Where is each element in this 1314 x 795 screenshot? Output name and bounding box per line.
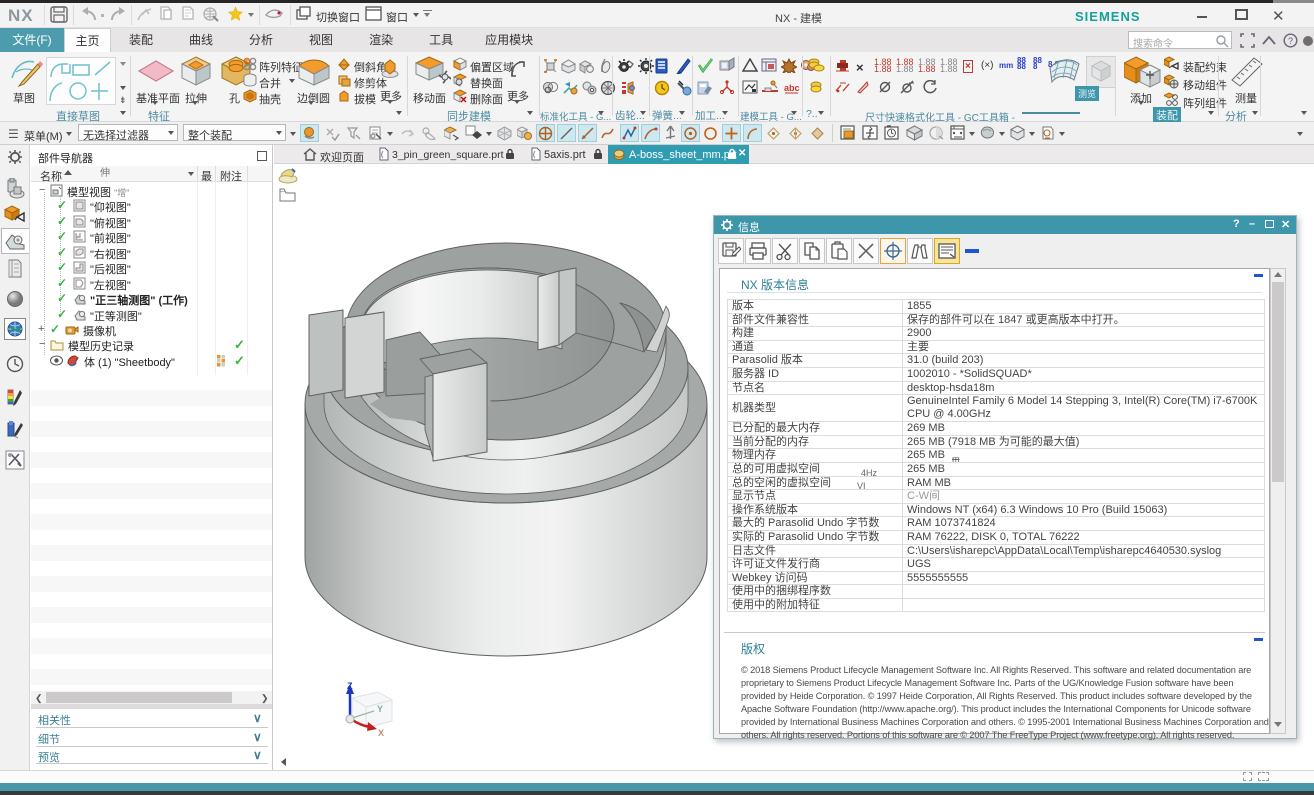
svg-text:Y: Y [377, 704, 383, 714]
svg-text:Z: Z [347, 681, 353, 691]
svg-text:X: X [378, 728, 384, 738]
svg-text:abc: abc [784, 83, 800, 93]
svg-text:?: ? [1288, 36, 1293, 46]
